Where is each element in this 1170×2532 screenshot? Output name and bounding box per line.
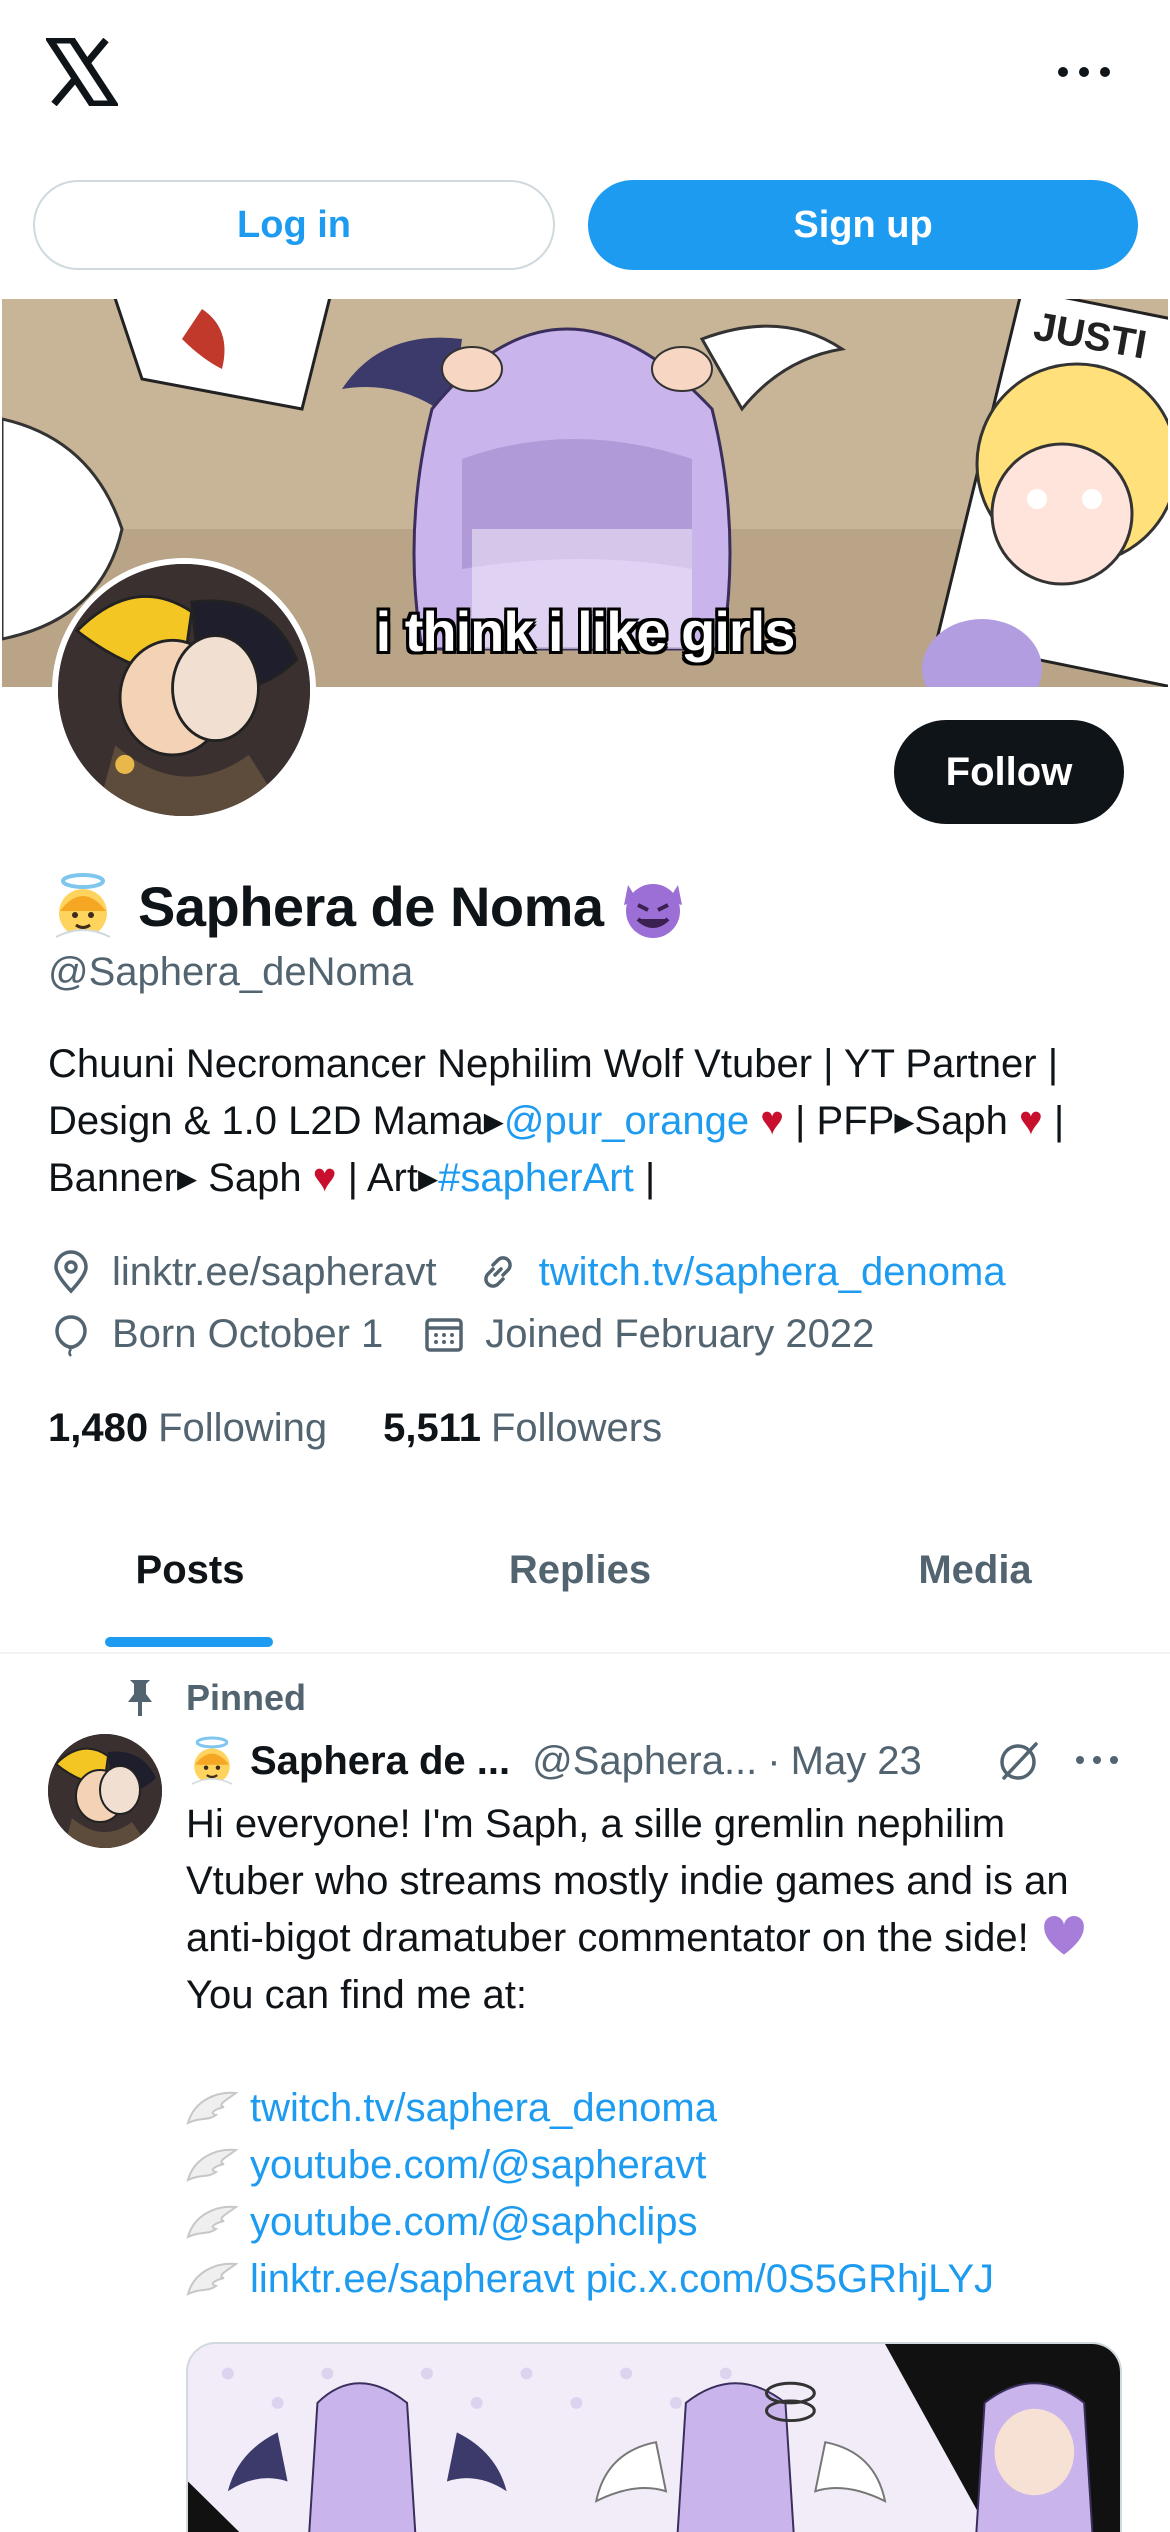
following-label[interactable]: Following xyxy=(158,1406,327,1451)
post-link[interactable]: youtube.com/@sapheravt xyxy=(250,2143,706,2187)
wing-emoji-icon xyxy=(186,2148,238,2182)
bio-text: | PFP▸Saph xyxy=(783,1099,1019,1143)
profile-meta-row-2: Born October 1 Joined February 2022 xyxy=(48,1306,912,1362)
post-more-options-icon[interactable] xyxy=(1076,1756,1118,1766)
wing-emoji-icon xyxy=(186,2205,238,2239)
angel-emoji-icon xyxy=(191,1736,233,1785)
profile-birthday: Born October 1 xyxy=(112,1311,384,1356)
post-author-handle[interactable]: @Saphera... xyxy=(532,1739,757,1784)
log-in-button[interactable]: Log in xyxy=(33,180,555,270)
bio-text: | xyxy=(633,1156,656,1200)
post-body-text: Hi everyone! I'm Saph, a sille gremlin n… xyxy=(186,1796,1116,2024)
profile-avatar[interactable] xyxy=(52,558,316,822)
post-link-row: twitch.tv/saphera_denoma xyxy=(186,2080,1146,2137)
post-date[interactable]: May 23 xyxy=(791,1739,922,1784)
post-link[interactable]: twitch.tv/saphera_denoma xyxy=(250,2086,717,2130)
post-media-image[interactable] xyxy=(186,2342,1122,2532)
following-count[interactable]: 1,480 xyxy=(48,1406,148,1451)
location-pin-icon xyxy=(54,1250,88,1294)
wing-emoji-icon xyxy=(186,2262,238,2296)
bio-mention-link[interactable]: @pur_orange xyxy=(504,1099,749,1143)
active-tab-indicator xyxy=(105,1637,273,1647)
followers-label[interactable]: Followers xyxy=(491,1406,662,1451)
bio-hashtag-link[interactable]: #sapherArt xyxy=(438,1156,634,1200)
angel-emoji-icon xyxy=(55,873,111,938)
pinned-label: Pinned xyxy=(186,1677,307,1718)
followers-count[interactable]: 5,511 xyxy=(383,1406,481,1451)
post-link-row: youtube.com/@saphclips xyxy=(186,2194,1146,2251)
bio-text: | Art▸ xyxy=(336,1156,439,1200)
wing-emoji-icon xyxy=(186,2091,238,2125)
tab-media[interactable]: Media xyxy=(780,1548,1170,1608)
post-media-artwork xyxy=(188,2344,1120,2532)
post-link-row: youtube.com/@sapheravt xyxy=(186,2137,1146,2194)
post-avatar-artwork xyxy=(48,1734,162,1848)
display-name: Saphera de Noma xyxy=(138,874,604,938)
purple-heart-icon xyxy=(1043,1916,1084,1955)
post-link[interactable]: youtube.com/@saphclips xyxy=(250,2200,698,2244)
calendar-icon xyxy=(425,1318,463,1352)
tab-posts[interactable]: Posts xyxy=(0,1548,380,1608)
profile-bio: Chuuni Necromancer Nephilim Wolf Vtuber … xyxy=(48,1036,1128,1207)
more-horizontal-icon[interactable] xyxy=(1058,56,1110,88)
grok-icon[interactable] xyxy=(996,1738,1042,1784)
post-links: twitch.tv/saphera_denoma youtube.com/@sa… xyxy=(186,2080,1146,2308)
post-text-part: Hi everyone! I'm Saph, a sille gremlin n… xyxy=(186,1802,1069,1960)
smiling-devil-emoji-icon xyxy=(623,884,682,938)
profile-meta-row-1: linktr.ee/sapheravt twitch.tv/saphera_de… xyxy=(48,1244,1044,1300)
profile-location: linktr.ee/sapheravt xyxy=(112,1249,437,1294)
post-link-row: linktr.ee/sapheravt pic.x.com/0S5GRhjLYJ xyxy=(186,2251,1146,2308)
red-heart-icon: ♥ xyxy=(760,1099,784,1143)
profile-name-row: Saphera de Noma xyxy=(48,864,688,948)
profile-joined-date: Joined February 2022 xyxy=(485,1311,875,1356)
follow-button[interactable]: Follow xyxy=(894,720,1124,824)
profile-website-link[interactable]: twitch.tv/saphera_denoma xyxy=(539,1250,1006,1295)
avatar-artwork xyxy=(58,564,310,816)
separator-dot: · xyxy=(767,1738,781,1783)
red-heart-icon: ♥ xyxy=(312,1156,337,1200)
sign-up-button[interactable]: Sign up xyxy=(588,180,1138,270)
balloon-icon xyxy=(55,1315,87,1357)
link-icon xyxy=(483,1256,512,1288)
post-header: Saphera de ... @Saphera... · May 23 xyxy=(186,1732,922,1790)
post-author-name[interactable]: Saphera de ... xyxy=(250,1739,510,1784)
post-text-part: You can find me at: xyxy=(186,1973,527,2017)
pinned-indicator: Pinned xyxy=(122,1672,306,1724)
profile-stats: 1,480 Following 5,511 Followers xyxy=(48,1400,718,1456)
pin-icon xyxy=(128,1680,152,1716)
red-heart-icon: ♥ xyxy=(1018,1099,1043,1143)
tabs-divider xyxy=(0,1652,1170,1654)
tab-replies[interactable]: Replies xyxy=(385,1548,775,1608)
post-author-avatar[interactable] xyxy=(48,1734,162,1848)
profile-handle: @Saphera_deNoma xyxy=(48,950,414,994)
x-logo-icon[interactable] xyxy=(46,38,118,106)
post-link[interactable]: linktr.ee/sapheravt pic.x.com/0S5GRhjLYJ xyxy=(250,2257,994,2301)
